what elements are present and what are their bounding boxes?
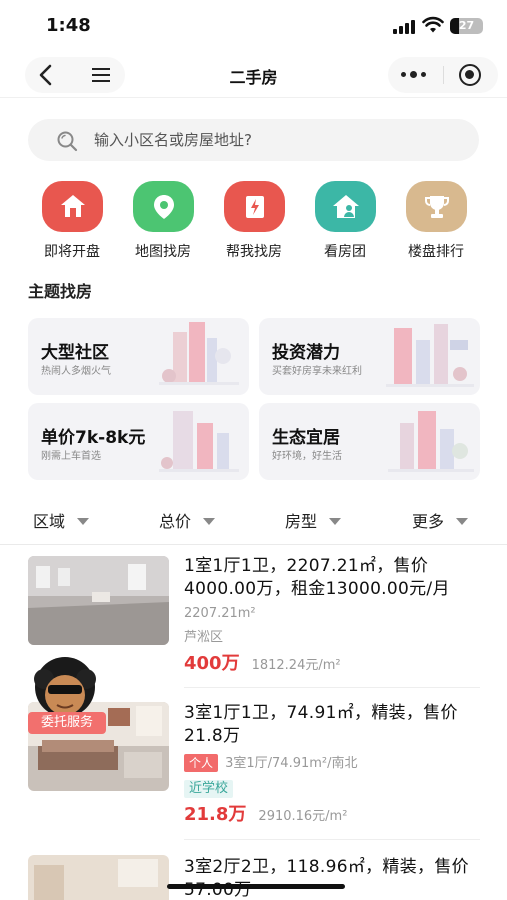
- theme-card-subtitle: 买套好房享未来红利: [272, 366, 362, 377]
- buildings-illustration-icon: [159, 322, 239, 385]
- caret-down-icon: [329, 518, 342, 525]
- listing-price: 21.8万: [184, 804, 247, 825]
- theme-card-title: 单价7k-8k元: [41, 428, 146, 448]
- filter-more[interactable]: 更多: [412, 508, 469, 532]
- caret-down-icon: [77, 518, 90, 525]
- listing-price-row: 21.8万 2910.16元/m²: [184, 800, 347, 826]
- theme-card-large-community[interactable]: 大型社区 热闹人多烟火气: [28, 318, 249, 395]
- listing-unit-price: 2910.16元/m²: [258, 809, 348, 824]
- theme-card-subtitle: 刚需上车首选: [41, 451, 101, 462]
- home-icon: [41, 181, 103, 232]
- quick-entry-ranking[interactable]: 楼盘排行: [396, 181, 476, 261]
- capsule-divider: [443, 66, 444, 84]
- listing-title: 3室1厅1卫，74.91㎡，精装，售价21.8万: [184, 703, 458, 746]
- listing-item[interactable]: 3室2厅2卫，118.96㎡，精装，售价57.00万: [0, 855, 507, 900]
- buildings-illustration-icon: [388, 411, 474, 472]
- listing-divider: [184, 839, 480, 840]
- listing-spec: 3室1厅/74.91m²/南北: [225, 756, 358, 771]
- theme-card-subtitle: 好环境，好生活: [272, 451, 342, 462]
- home-indicator: [167, 884, 345, 889]
- nav-bar: 二手房: [0, 52, 507, 98]
- search-icon: [57, 131, 78, 152]
- theme-card-investment[interactable]: 投资潜力 买套好房享未来红利: [259, 318, 480, 395]
- listing-price-row: 400万 1812.24元/m²: [184, 649, 341, 675]
- caret-down-icon: [456, 518, 469, 525]
- quick-entry-label: 看房团: [324, 244, 366, 260]
- listing-unit-price: 1812.24元/m²: [251, 658, 341, 673]
- section-title: 主题找房: [28, 282, 93, 301]
- filter-label: 总价: [159, 512, 192, 531]
- signal-icon: [393, 20, 417, 34]
- agent-avatar[interactable]: [26, 657, 104, 717]
- theme-card-title: 投资潜力: [272, 343, 340, 363]
- caret-down-icon: [203, 518, 216, 525]
- theme-card-subtitle: 热闹人多烟火气: [41, 366, 111, 377]
- listing-photo[interactable]: [28, 855, 169, 900]
- battery-icon: 27: [450, 18, 483, 34]
- quick-entries: 即将开盘 地图找房 帮我找房 看房团 楼盘排行: [0, 181, 507, 261]
- lightning-door-icon: [223, 181, 285, 232]
- buildings-illustration-icon: [386, 324, 474, 387]
- filter-layout[interactable]: 房型: [285, 508, 342, 532]
- theme-card-eco-living[interactable]: 生态宜居 好环境，好生活: [259, 403, 480, 480]
- battery-level: 27: [458, 19, 475, 32]
- listing-district: 芦淞区: [184, 630, 224, 645]
- entrust-service-badge[interactable]: 委托服务: [28, 712, 106, 734]
- listing-title: 3室2厅2卫，118.96㎡，精装，售价57.00万: [184, 857, 469, 900]
- listing-area: 2207.21m²: [184, 606, 256, 621]
- owner-tag: 个人: [184, 754, 219, 772]
- buildings-illustration-icon: [159, 411, 239, 472]
- listing-feature-row: 近学校: [184, 777, 234, 798]
- more-icon[interactable]: [401, 71, 427, 78]
- filter-total-price[interactable]: 总价: [159, 508, 216, 532]
- search-input[interactable]: [94, 127, 454, 153]
- quick-entry-help-find[interactable]: 帮我找房: [214, 181, 294, 261]
- group-house-icon: [314, 181, 376, 232]
- trophy-icon: [405, 181, 467, 232]
- filter-district[interactable]: 区域: [33, 508, 90, 532]
- search-bar[interactable]: [28, 119, 479, 161]
- theme-card-unit-price[interactable]: 单价7k-8k元 刚需上车首选: [28, 403, 249, 480]
- listing-photo[interactable]: [28, 556, 169, 645]
- quick-entry-label: 即将开盘: [44, 244, 100, 260]
- theme-card-title: 生态宜居: [272, 428, 340, 448]
- filter-label: 房型: [285, 512, 318, 531]
- listing-spec-row: 个人 3室1厅/74.91m²/南北: [184, 752, 358, 772]
- quick-entry-map[interactable]: 地图找房: [123, 181, 203, 261]
- wifi-icon: [422, 16, 444, 33]
- theme-card-title: 大型社区: [41, 343, 109, 363]
- feature-tag: 近学校: [184, 780, 234, 798]
- filter-label: 更多: [412, 512, 445, 531]
- quick-entry-label: 地图找房: [135, 244, 191, 260]
- quick-entry-label: 楼盘排行: [408, 244, 464, 260]
- quick-entry-upcoming[interactable]: 即将开盘: [32, 181, 112, 261]
- quick-entry-tour-group[interactable]: 看房团: [305, 181, 385, 261]
- filter-bar: 区域 总价 房型 更多: [0, 497, 507, 545]
- close-miniapp-icon[interactable]: [459, 64, 481, 86]
- listing-price: 400万: [184, 653, 240, 674]
- filter-label: 区域: [33, 512, 66, 531]
- listing-title: 1室1厅1卫，2207.21㎡，售价4000.00万，租金13000.00元/月: [184, 556, 450, 599]
- status-time: 1:48: [46, 15, 91, 36]
- status-bar: 1:48 27: [0, 0, 507, 52]
- listing-divider: [184, 687, 480, 688]
- map-pin-icon: [132, 181, 194, 232]
- quick-entry-label: 帮我找房: [226, 244, 282, 260]
